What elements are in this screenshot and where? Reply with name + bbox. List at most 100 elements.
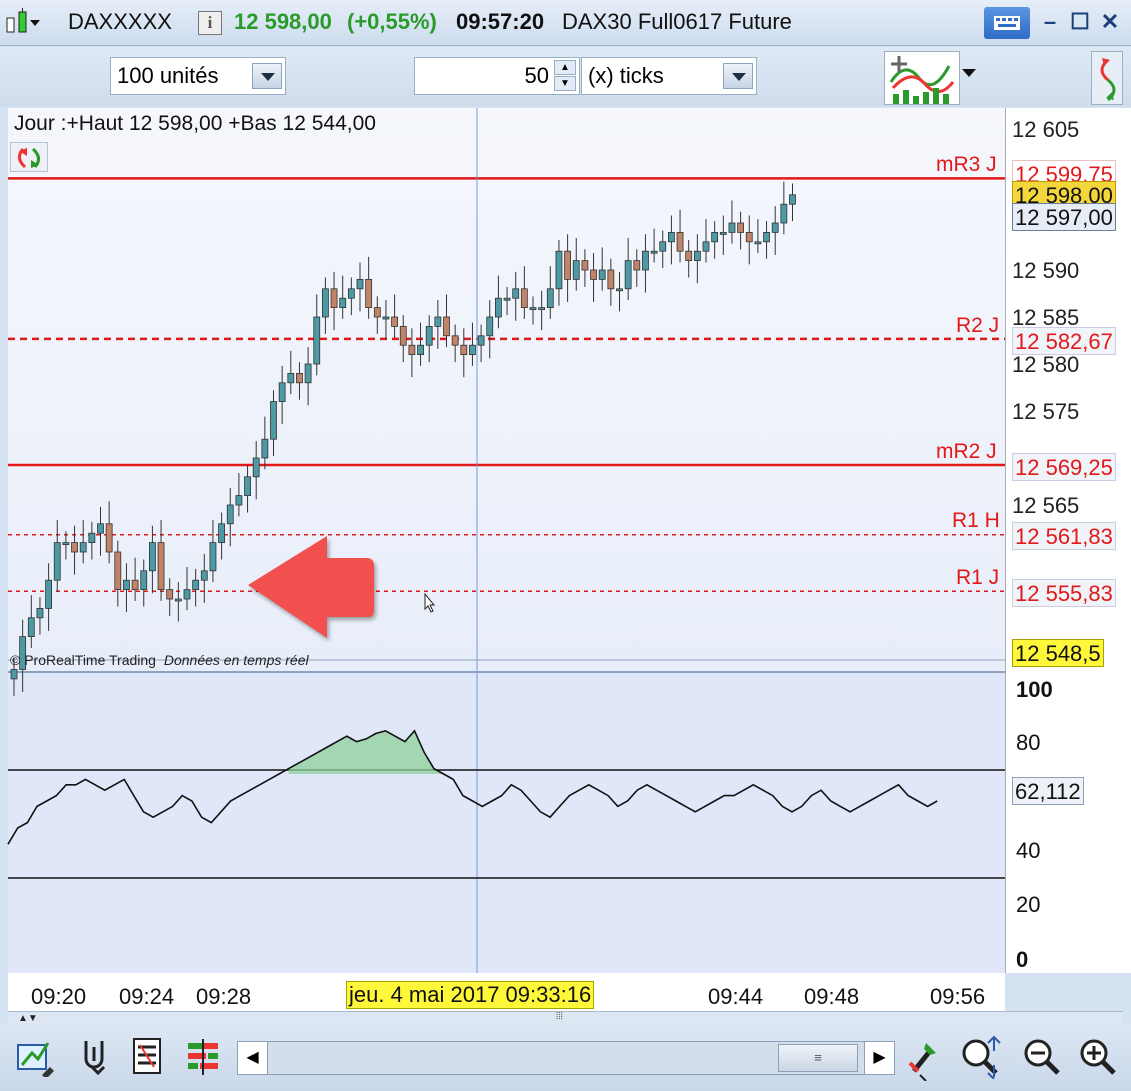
- candle: [105, 523, 113, 553]
- candle: [114, 551, 122, 590]
- watermark-brand: © ProRealTime Trading: [10, 652, 156, 668]
- candle: [321, 288, 329, 318]
- candle: [685, 250, 693, 261]
- time-label: 09:28: [196, 984, 252, 1009]
- candle: [771, 222, 779, 233]
- candle: [434, 316, 442, 327]
- candle: [443, 316, 450, 337]
- candle: [659, 241, 667, 252]
- level-label-mr2j: mR2 J: [936, 440, 997, 463]
- candle: [460, 344, 468, 356]
- candle: [572, 260, 580, 280]
- bars-icon[interactable]: [186, 1037, 222, 1077]
- candle: [36, 608, 44, 619]
- splitter-arrows-icon[interactable]: ▲▼: [18, 1013, 38, 1024]
- list-icon[interactable]: [132, 1037, 164, 1077]
- osc-tick: 40: [1016, 838, 1041, 863]
- level-value-r1j: 12 555,83: [1012, 579, 1116, 607]
- candle: [252, 457, 260, 478]
- candle: [10, 669, 18, 680]
- watermark-note: Données en temps réel: [163, 652, 309, 668]
- candle: [304, 363, 312, 384]
- time-label: 09:20: [31, 984, 87, 1009]
- candle: [313, 316, 321, 365]
- candle: [148, 542, 156, 572]
- level-label-r1j: R1 J: [956, 566, 1000, 589]
- candle: [287, 372, 295, 384]
- candle: [79, 542, 87, 553]
- candle: [382, 316, 390, 320]
- scroll-left-icon[interactable]: ◀: [238, 1042, 268, 1074]
- candle: [296, 372, 303, 384]
- crosshair-price-box: 12 597,00: [1012, 203, 1116, 231]
- candle: [650, 250, 658, 254]
- candle: [494, 297, 502, 318]
- watermark: © ProRealTime Trading Données en temps r…: [10, 652, 309, 668]
- candle: [676, 231, 684, 252]
- scroll-right-icon[interactable]: ▶: [864, 1042, 894, 1074]
- osc-value-box: 62,112: [1012, 777, 1084, 805]
- candle: [373, 307, 381, 318]
- candle: [745, 231, 753, 243]
- draw-icon[interactable]: [16, 1037, 56, 1077]
- candle: [356, 278, 364, 290]
- candle: [477, 335, 485, 346]
- candle: [711, 231, 719, 243]
- candle: [538, 307, 546, 311]
- time-label: 09:48: [804, 984, 860, 1009]
- candle: [62, 542, 70, 545]
- chart-header: Jour :+Haut 12 598,00 +Bas 12 544,00: [14, 112, 376, 135]
- scroll-thumb[interactable]: ≡: [778, 1044, 858, 1072]
- zoom-in-icon[interactable]: [1076, 1035, 1120, 1079]
- candle: [71, 542, 78, 553]
- candle: [590, 269, 597, 280]
- candle: [486, 316, 494, 337]
- candle: [719, 231, 727, 235]
- level-label-mr3j: mR3 J: [936, 153, 997, 176]
- candle: [503, 297, 511, 301]
- cursor-price-box: 12 548,5: [1012, 639, 1104, 667]
- candle: [140, 570, 148, 590]
- candle: [278, 382, 286, 402]
- candle: [451, 335, 459, 346]
- candle: [123, 579, 130, 591]
- candle: [702, 241, 710, 252]
- candle: [598, 269, 606, 280]
- candle: [469, 344, 476, 356]
- tool-icon[interactable]: [906, 1037, 942, 1081]
- candle: [520, 288, 528, 308]
- candle: [624, 260, 632, 290]
- candle: [226, 504, 234, 525]
- candle: [166, 589, 174, 600]
- splitter-grip-icon[interactable]: ⦙⦙⦙: [556, 1011, 563, 1022]
- candle: [555, 250, 563, 290]
- candle: [399, 325, 407, 346]
- time-label: 09:56: [930, 984, 986, 1009]
- refresh-icon[interactable]: [10, 142, 48, 172]
- level-value-mr2j: 12 569,25: [1012, 453, 1116, 481]
- candle: [391, 316, 399, 327]
- candle: [365, 278, 373, 308]
- candle: [780, 203, 788, 224]
- candle: [754, 241, 762, 245]
- time-scrollbar[interactable]: ◀ ≡ ▶: [237, 1041, 895, 1075]
- time-label: 09:24: [119, 984, 175, 1009]
- candle: [529, 307, 537, 311]
- candle: [200, 570, 208, 581]
- zoom-fit-icon[interactable]: [958, 1035, 1002, 1079]
- level-value-r1h: 12 561,83: [1012, 522, 1116, 550]
- candle: [564, 250, 571, 280]
- link-icon[interactable]: [78, 1037, 112, 1077]
- osc-tick: 80: [1016, 730, 1041, 755]
- candle: [408, 344, 416, 356]
- panel-splitter[interactable]: ▲▼ ⦙⦙⦙: [8, 1011, 1123, 1025]
- mouse-cursor: [424, 592, 436, 613]
- candle: [607, 269, 615, 290]
- level-label-r2j: R2 J: [956, 314, 1000, 337]
- candle: [728, 222, 736, 233]
- candle: [546, 288, 554, 308]
- candle: [763, 231, 770, 243]
- zoom-out-icon[interactable]: [1020, 1035, 1064, 1079]
- annotation-arrow: [248, 536, 374, 638]
- candle: [183, 589, 191, 600]
